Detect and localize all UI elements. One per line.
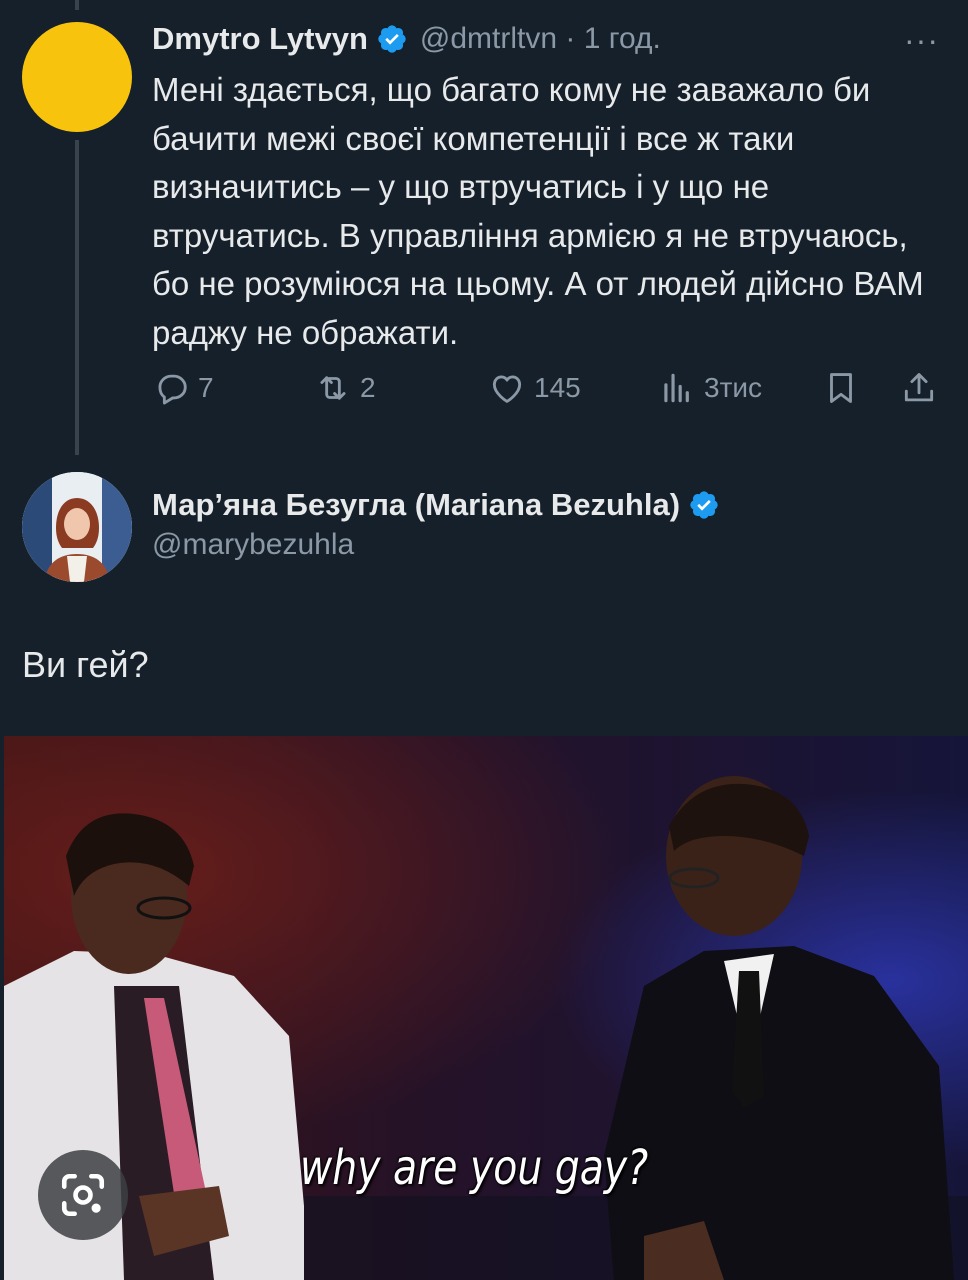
retweet-count: 2 bbox=[360, 372, 376, 403]
tweet-screenshot: Dmytro Lytvyn @dmtrltvn · 1 год. ··· Мен… bbox=[0, 0, 968, 1280]
views-button[interactable]: 3тис bbox=[658, 364, 762, 412]
more-options-icon[interactable]: ··· bbox=[904, 22, 939, 59]
reply-count: 7 bbox=[198, 372, 214, 403]
reply-icon bbox=[158, 374, 187, 405]
like-button[interactable]: 145 bbox=[488, 364, 581, 412]
meme-scene bbox=[4, 736, 968, 1280]
author-name[interactable]: Dmytro Lytvyn bbox=[152, 21, 368, 57]
views-count: 3тис bbox=[704, 372, 763, 403]
meme-subtitle: why are you gay? bbox=[300, 1140, 649, 1196]
verified-badge-icon bbox=[690, 491, 718, 519]
avatar-dmytro[interactable] bbox=[22, 22, 132, 132]
avatar-mariana[interactable] bbox=[22, 472, 132, 582]
share-button[interactable] bbox=[900, 364, 938, 412]
views-chart-icon bbox=[664, 373, 689, 403]
tweet1-actions: 7 2 145 3тис bbox=[152, 364, 948, 412]
bookmark-button[interactable] bbox=[822, 364, 860, 412]
retweet-button[interactable]: 2 bbox=[314, 364, 376, 412]
heart-icon bbox=[492, 375, 522, 403]
camera-lens-icon bbox=[61, 1173, 105, 1217]
visual-search-button[interactable] bbox=[38, 1150, 128, 1240]
meme-image[interactable]: why are you gay? bbox=[4, 736, 968, 1280]
tweet2-header: Мар’яна Безугла (Mariana Bezuhla) bbox=[152, 482, 720, 528]
tweet1-text: Мені здається, що багато кому не заважал… bbox=[152, 71, 924, 351]
handle-and-time[interactable]: @dmtrltvn · 1 год. bbox=[420, 22, 661, 56]
thread-line-top bbox=[75, 0, 79, 10]
retweet-icon bbox=[320, 376, 346, 400]
share-icon bbox=[904, 373, 934, 402]
bookmark-icon bbox=[830, 373, 852, 403]
like-count: 145 bbox=[534, 372, 581, 403]
verified-badge-icon bbox=[378, 25, 406, 53]
tweet1-header: Dmytro Lytvyn @dmtrltvn · 1 год. bbox=[152, 18, 661, 60]
reply-button[interactable]: 7 bbox=[152, 364, 214, 412]
avatar-photo bbox=[22, 472, 132, 582]
handle[interactable]: @marybezuhla bbox=[152, 528, 354, 562]
thread-line bbox=[75, 140, 79, 455]
author-name[interactable]: Мар’яна Безугла (Mariana Bezuhla) bbox=[152, 487, 680, 523]
tweet2-text: Ви гей? bbox=[22, 644, 149, 685]
